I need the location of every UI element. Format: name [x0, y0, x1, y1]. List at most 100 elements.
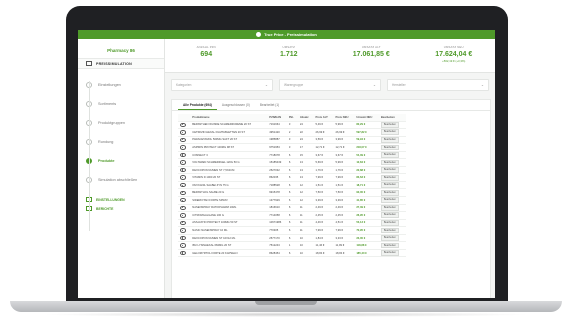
step-einstellungen[interactable]: Einstellungen — [78, 75, 164, 94]
edit-button[interactable]: Bearbeiten — [380, 242, 399, 249]
step-produkte[interactable]: Produkte — [78, 151, 164, 170]
visibility-cell[interactable] — [178, 196, 191, 205]
table-row[interactable]: VOLTAREN SCHMERZGEL 120G 50 G 15185439 6 13… — [178, 158, 406, 167]
visibility-cell[interactable] — [178, 219, 191, 228]
visibility-cell[interactable] — [178, 249, 191, 258]
eye-icon[interactable] — [180, 205, 186, 211]
visibility-cell[interactable] — [178, 241, 191, 250]
visibility-cell[interactable] — [178, 166, 191, 175]
column-header[interactable]: Preis ALT — [313, 114, 334, 122]
edit-button[interactable]: Bearbeiten — [380, 212, 399, 219]
warengruppe-select[interactable]: Warengruppe ⌄ — [279, 79, 381, 91]
visibility-cell[interactable] — [178, 181, 191, 190]
table-row[interactable]: DEXCOPON NUMEN ST 7,5X4CM 2527032 6 13 1,76 … — [178, 166, 406, 175]
table-row[interactable]: CITROMGALGANE 100 G 7714058 6 11 2,45 €2,45 … — [178, 211, 406, 220]
edit-button[interactable]: Bearbeiten — [380, 227, 399, 234]
table-row[interactable]: IBU LYSINHEXAL 684MG 20 ST 7512243 1 10 11,4… — [178, 241, 406, 250]
sidebar-section-preissimulation[interactable]: PREISSIMULATION — [78, 58, 164, 69]
table-row[interactable]: DEXCOPON NUMEN ST 10X12 ML 2577170 6 10 1,84… — [178, 234, 406, 243]
step-rundung[interactable]: Rundung — [78, 132, 164, 151]
eye-icon[interactable] — [180, 213, 186, 218]
edit-button[interactable]: Bearbeiten — [380, 182, 399, 189]
kategorien-select[interactable]: Kategorien ⌄ — [171, 79, 273, 91]
brand-logo-icon — [256, 32, 262, 37]
visibility-cell[interactable] — [178, 158, 191, 167]
table-row[interactable]: VITAMIN D 1000 20 ST 862035 6 13 7,99 €7,99 … — [178, 173, 406, 182]
eye-icon[interactable] — [180, 152, 186, 158]
edit-button[interactable]: Bearbeiten — [380, 189, 399, 196]
table-row[interactable]: SIDERIOTAN FORTE SPRAY 1377929 6 12 3,39 €3,… — [178, 196, 406, 205]
eye-icon[interactable] — [180, 183, 186, 188]
sidebar-link-einstellungen[interactable]: EINSTELLUNGEN — [78, 195, 164, 204]
table-row[interactable]: PARACETAMOL 500MG SAFT 20 ST 1985887 3 24 3,… — [178, 136, 406, 145]
column-header[interactable]: Bearbeiten — [378, 114, 406, 122]
table-row[interactable]: CONNECT 3 7718078 6 15 3,67 €3,67 €54,09 € Be… — [178, 151, 406, 160]
visibility-cell[interactable] — [178, 121, 191, 130]
eye-icon[interactable] — [180, 130, 186, 135]
table-row[interactable]: ASPIRIN PROTECT 100MG 98 ST 9751953 3 17 12,… — [178, 143, 406, 152]
visibility-cell[interactable] — [178, 211, 191, 220]
table-row[interactable]: BEPANTHOL SALBE 20 G 9915478 6 12 7,50 €7,50… — [178, 188, 406, 197]
visibility-cell[interactable] — [178, 128, 191, 137]
tab-alle-produkte[interactable]: Alle Produkte (694) — [178, 100, 217, 110]
pharmacy-name[interactable]: Pharmacy 86 — [78, 43, 164, 58]
visibility-cell[interactable] — [178, 188, 191, 197]
edit-button[interactable]: Bearbeiten — [380, 137, 399, 143]
edit-button[interactable]: Bearbeiten — [380, 197, 399, 204]
eye-icon[interactable] — [180, 167, 186, 173]
hersteller-select[interactable]: Hersteller ⌄ — [387, 79, 489, 91]
column-header[interactable]: PZN/EAN — [267, 114, 287, 122]
eye-icon[interactable] — [180, 175, 186, 180]
eye-icon[interactable] — [180, 145, 186, 150]
edit-button[interactable]: Bearbeiten — [380, 159, 399, 166]
eye-icon[interactable] — [180, 190, 186, 195]
tab-bearbeitet[interactable]: Bearbeitet (1) — [255, 100, 284, 110]
table-cell: 54,09 € — [354, 151, 379, 160]
table-row[interactable]: CETIRIZIN HEXAL FILMTABLETTEN 20 ST 49514… — [178, 128, 406, 137]
step-simulation-abschliessen[interactable]: Simulation abschließen — [78, 170, 164, 189]
eye-icon[interactable] — [180, 122, 186, 128]
edit-button[interactable]: Bearbeiten — [380, 167, 399, 173]
eye-icon[interactable] — [180, 160, 186, 165]
visibility-cell[interactable] — [178, 136, 191, 145]
eye-icon[interactable] — [180, 235, 186, 241]
edit-button[interactable]: Bearbeiten — [380, 129, 399, 136]
table-row[interactable]: NASENSPRAY RATIOPHARM 10ML 1816610 6 11 2,49… — [178, 204, 406, 213]
table-row[interactable]: NASIC NASENSPRAY 10 ML 770305 6 11 7,99 €7,9… — [178, 226, 406, 235]
visibility-cell[interactable] — [178, 204, 191, 213]
visibility-cell[interactable] — [178, 151, 191, 160]
eye-icon[interactable] — [180, 137, 186, 143]
eye-icon[interactable] — [180, 243, 186, 248]
eye-icon[interactable] — [180, 250, 186, 256]
step-produktgruppen[interactable]: Produktgruppen — [78, 113, 164, 132]
edit-button[interactable]: Bearbeiten — [380, 121, 399, 128]
step-sortiments[interactable]: Sortiments — [78, 94, 164, 113]
column-header[interactable]: Produktname — [190, 114, 268, 122]
column-header[interactable]: Preis NEU — [333, 114, 355, 122]
visibility-cell[interactable] — [178, 234, 191, 243]
eye-icon[interactable] — [180, 220, 186, 226]
edit-button[interactable]: Bearbeiten — [380, 144, 399, 151]
table-row[interactable]: BEPANTHEN WUNDE SCHMERZCREME 20 ST 719166… — [178, 121, 406, 130]
sidebar-link-berichte[interactable]: BERICHTE — [78, 204, 164, 213]
eye-icon[interactable] — [180, 198, 186, 203]
edit-button[interactable]: Bearbeiten — [380, 235, 399, 241]
edit-button[interactable]: Bearbeiten — [380, 174, 399, 181]
visibility-cell[interactable] — [178, 143, 191, 152]
column-header[interactable]: Umsatz NEU — [354, 114, 379, 122]
table-row[interactable]: OM IKANIL SALBEI ZYN 75 G 7188528 6 12 1,51 … — [178, 181, 406, 190]
eye-icon[interactable] — [180, 228, 186, 233]
edit-button[interactable]: Bearbeiten — [380, 204, 399, 211]
edit-button[interactable]: Bearbeiten — [380, 250, 399, 257]
table-row[interactable]: GELOMYRTOL FORTE 20 KAPSELN 8628454 6 10 18,… — [178, 249, 406, 258]
column-header[interactable]: Pkt. — [286, 114, 298, 122]
column-header[interactable]: Absatz — [297, 114, 314, 122]
tab-ausgeschlossen[interactable]: Ausgeschlossen (0) — [217, 100, 255, 110]
table-cell: 6 — [286, 151, 298, 160]
edit-button[interactable]: Bearbeiten — [380, 220, 399, 226]
edit-button[interactable]: Bearbeiten — [380, 152, 399, 158]
visibility-cell[interactable] — [178, 173, 191, 182]
visibility-cell[interactable] — [178, 226, 191, 235]
table-cell: 15185439 — [267, 158, 287, 167]
table-row[interactable]: ASS-RATIO PROTECT 100MG 50 ST 10671986 6 11… — [178, 219, 406, 228]
